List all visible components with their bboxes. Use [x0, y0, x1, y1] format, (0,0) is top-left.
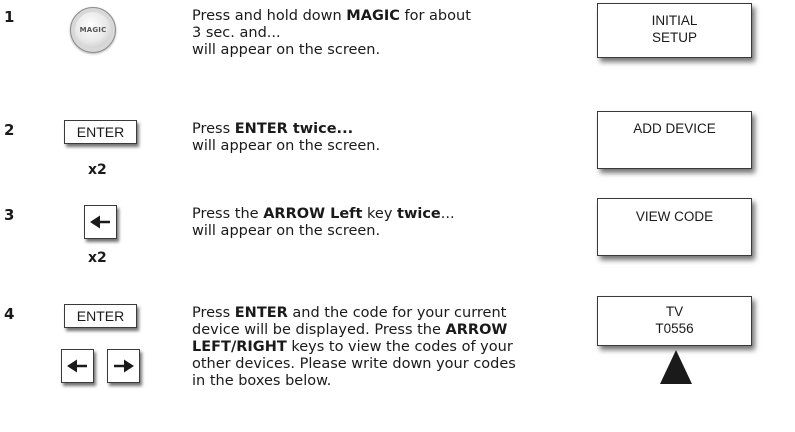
screen-display: VIEW CODE: [597, 198, 752, 256]
instruction-text: Press and hold down: [192, 8, 347, 24]
screen-display: ADD DEVICE: [597, 111, 752, 169]
instruction-bold-text: LEFT/RIGHT: [192, 339, 287, 355]
screen-line: INITIAL: [651, 13, 698, 28]
instruction-text: other devices. Please write down your co…: [192, 356, 516, 372]
instruction-text: Press the: [192, 206, 264, 222]
enter-key: ENTER: [64, 120, 137, 144]
instruction-text: will appear on the screen.: [192, 223, 381, 239]
instruction-text: for about: [399, 8, 471, 24]
enter-key: ENTER: [64, 304, 137, 328]
instruction-text: key: [362, 206, 398, 222]
instruction-text: device will be displayed. Press the: [192, 322, 446, 338]
screen-line: VIEW CODE: [635, 209, 714, 224]
instruction-bold-text: ENTER twice...: [234, 121, 354, 137]
screen-line: T0556: [655, 321, 694, 336]
step-number: 3: [4, 206, 15, 224]
screen-line: SETUP: [651, 30, 697, 45]
step-number: 4: [4, 305, 15, 323]
pointer-triangle-icon: [660, 350, 692, 384]
screen-display: TV T0556: [597, 296, 752, 346]
instruction-text: ...: [440, 206, 455, 222]
arrow-right-key: [107, 349, 140, 383]
screen-line: TV: [665, 304, 684, 319]
times-label: x2: [88, 162, 107, 178]
arrow-left-icon: [90, 215, 110, 229]
magic-button-icon: MAGIC: [70, 7, 116, 53]
arrow-left-key: [61, 349, 94, 383]
instruction-bold-text: ARROW: [445, 322, 508, 338]
instruction-text: Press: [192, 305, 235, 321]
instruction-text: will appear on the screen.: [192, 138, 381, 154]
step-instruction: Press ENTER twice... will appear on the s…: [192, 121, 380, 155]
instruction-text: Press: [192, 121, 235, 137]
step-number: 1: [4, 8, 15, 26]
instruction-text: keys to view the codes of your: [286, 339, 513, 355]
screen-display: INITIAL SETUP: [597, 3, 752, 58]
instruction-text: 3 sec. and...: [192, 25, 281, 41]
instruction-text: and the code for your current: [287, 305, 507, 321]
step-instruction: Press the ARROW Left key twice... will ap…: [192, 206, 455, 240]
instruction-bold-text: ARROW Left: [263, 206, 363, 222]
instruction-bold-text: ENTER: [234, 305, 288, 321]
arrow-left-key: [84, 205, 117, 239]
instruction-text: in the boxes below.: [192, 373, 332, 389]
instruction-bold-text: MAGIC: [346, 8, 400, 24]
step-number: 2: [4, 121, 15, 139]
step-instruction: Press ENTER and the code for your curren…: [192, 305, 516, 390]
instruction-text: will appear on the screen.: [192, 42, 381, 58]
arrow-left-icon: [67, 359, 87, 373]
step-instruction: Press and hold down MAGIC for about 3 sec…: [192, 8, 471, 59]
arrow-right-icon: [114, 359, 134, 373]
instruction-bold-text: twice: [397, 206, 441, 222]
screen-line: ADD DEVICE: [633, 121, 716, 136]
times-label: x2: [88, 250, 107, 266]
